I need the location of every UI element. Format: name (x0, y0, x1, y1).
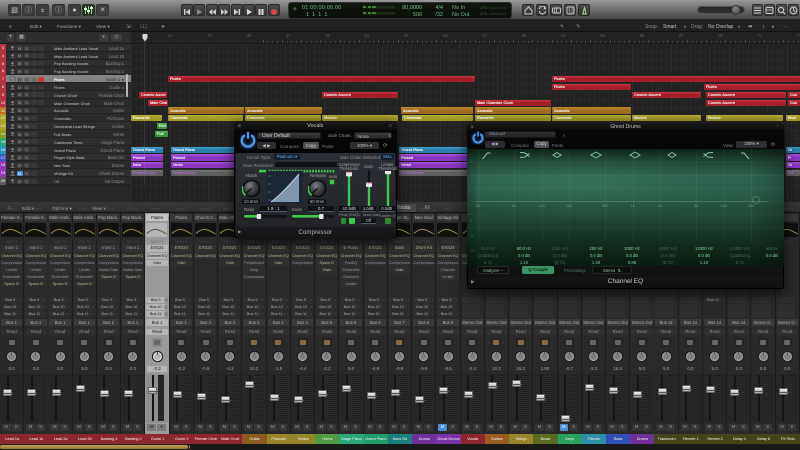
svg-text:-10: -10 (267, 198, 272, 202)
svg-text:-30: -30 (267, 182, 272, 186)
svg-text:12: 12 (568, 8, 574, 14)
svg-text:-40: -40 (267, 174, 272, 178)
svg-text:-20: -20 (267, 190, 272, 194)
